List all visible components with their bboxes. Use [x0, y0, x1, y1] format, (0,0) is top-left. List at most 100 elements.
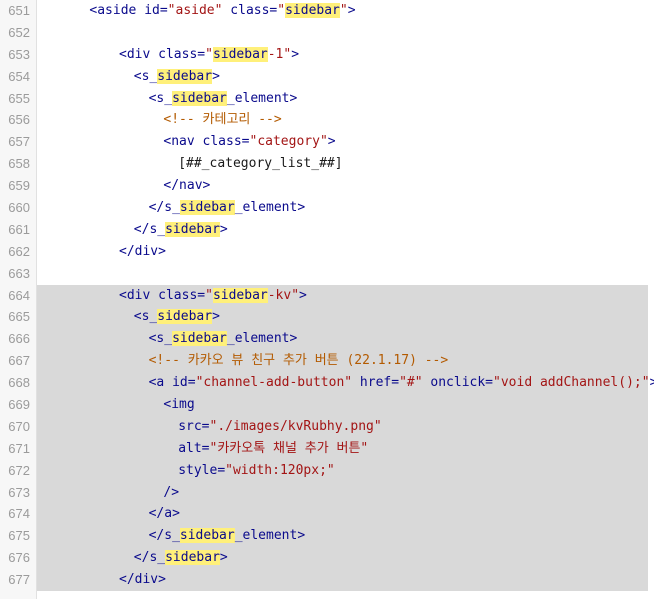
- code-token: </s_: [133, 221, 166, 237]
- line-number: 675: [8, 528, 30, 544]
- line-code: <s_sidebar_element>: [37, 88, 648, 110]
- line-code: [##_category_list_##]: [37, 153, 648, 175]
- line-number: 667: [8, 353, 30, 369]
- code-line[interactable]: 651 <aside id="aside" class="sidebar">: [0, 0, 654, 22]
- search-highlight: sidebar: [212, 46, 268, 62]
- line-number: 661: [8, 221, 30, 237]
- line-number: 668: [8, 375, 30, 391]
- code-token: class=: [158, 46, 206, 62]
- code-token: class=: [222, 3, 278, 18]
- code-token: >: [212, 309, 220, 325]
- line-code: <!-- 카테고리 -->: [37, 109, 648, 131]
- search-highlight: sidebar: [212, 287, 268, 303]
- code-line[interactable]: 652: [0, 22, 654, 44]
- code-line[interactable]: 655 <s_sidebar_element>: [0, 88, 654, 110]
- line-code: />: [37, 481, 648, 504]
- code-token: class=: [202, 134, 250, 150]
- code-string: ": [205, 287, 213, 303]
- code-token: _element>: [234, 200, 306, 216]
- search-highlight: sidebar: [165, 221, 220, 237]
- code-line[interactable]: 676 </s_sidebar>: [0, 547, 654, 570]
- code-token: </s_: [148, 528, 180, 544]
- code-line[interactable]: 665 <s_sidebar>: [0, 306, 654, 329]
- code-token: </a>: [148, 506, 180, 522]
- code-line[interactable]: 661 </s_sidebar>: [0, 219, 654, 241]
- code-token: src=: [178, 418, 210, 434]
- code-line[interactable]: 653 <div class="sidebar-1">: [0, 44, 654, 66]
- line-code: <div class="sidebar-1">: [37, 44, 648, 66]
- line-code: </s_sidebar_element>: [37, 197, 648, 219]
- code-string: ": [205, 46, 213, 62]
- code-token: _element>: [234, 528, 306, 544]
- line-number: 669: [8, 397, 30, 413]
- code-token: id=: [144, 3, 168, 18]
- code-line[interactable]: 677 </div>: [0, 569, 654, 592]
- line-number: 670: [8, 418, 30, 434]
- code-line[interactable]: 658 [##_category_list_##]: [0, 153, 654, 175]
- code-lines: 651 <aside id="aside" class="sidebar"> 652…: [0, 0, 654, 592]
- line-code: </div>: [37, 569, 648, 592]
- line-number: 654: [8, 68, 30, 84]
- line-code: src="./images/kvRubhy.png": [37, 415, 648, 438]
- search-highlight: sidebar: [157, 68, 213, 84]
- code-line[interactable]: 674 </a>: [0, 503, 654, 526]
- code-line[interactable]: 666 <s_sidebar_element>: [0, 328, 654, 351]
- code-line[interactable]: 672 style="width:120px;": [0, 459, 654, 482]
- line-number: 660: [8, 200, 30, 216]
- code-line[interactable]: 675 </s_sidebar_element>: [0, 525, 654, 548]
- code-line[interactable]: 656 <!-- 카테고리 -->: [0, 109, 654, 131]
- line-number: 665: [8, 309, 30, 325]
- line-code: </s_sidebar>: [37, 219, 648, 241]
- search-highlight: sidebar: [172, 90, 227, 106]
- code-token: _element>: [226, 331, 298, 347]
- code-token: >: [219, 550, 228, 566]
- code-line[interactable]: 654 <s_sidebar>: [0, 66, 654, 88]
- line-number: 658: [8, 156, 30, 172]
- code-line[interactable]: 657 <nav class="category">: [0, 131, 654, 153]
- code-token: >: [649, 375, 654, 391]
- line-number: 662: [8, 243, 30, 259]
- line-code: <img: [37, 394, 648, 416]
- search-highlight: sidebar: [172, 331, 227, 347]
- code-token: >: [347, 3, 356, 18]
- code-line[interactable]: 670 src="./images/kvRubhy.png": [0, 415, 654, 438]
- code-line[interactable]: 662 </div>: [0, 241, 654, 263]
- code-token: class=: [158, 287, 206, 303]
- code-line[interactable]: 659 </nav>: [0, 175, 654, 197]
- code-line[interactable]: 671 alt="카카오톡 채널 추가 버튼": [0, 437, 654, 460]
- code-token: <div: [119, 46, 159, 62]
- line-number: 653: [8, 46, 30, 62]
- line-number: 651: [8, 3, 30, 18]
- line-code: <s_sidebar>: [37, 66, 648, 88]
- code-token: <img: [163, 397, 195, 413]
- code-token: >: [291, 46, 300, 62]
- code-token: [##_category_list_##]: [178, 156, 343, 172]
- code-token: style=: [178, 462, 226, 478]
- code-token: <nav: [163, 134, 203, 150]
- code-token: />: [163, 484, 180, 500]
- code-token: </s_: [133, 550, 166, 566]
- code-editor[interactable]: 651 <aside id="aside" class="sidebar"> 652…: [0, 0, 654, 599]
- code-line[interactable]: 660 </s_sidebar_element>: [0, 197, 654, 219]
- code-line[interactable]: 668 <a id="channel-add-button" href="#" o…: [0, 372, 654, 395]
- code-line[interactable]: 673 />: [0, 481, 654, 504]
- code-comment: <!-- 카카오 뷰 친구 추가 버튼 (22.1.17) -->: [148, 353, 449, 369]
- line-number: 672: [8, 462, 30, 478]
- line-number: 677: [8, 572, 30, 588]
- code-token: <aside: [89, 3, 145, 18]
- code-line[interactable]: 669 <img: [0, 394, 654, 416]
- code-token: </s_: [148, 200, 180, 216]
- line-code: </a>: [37, 503, 648, 526]
- code-string: ": [277, 3, 286, 18]
- code-string: "카카오톡 채널 추가 버튼": [209, 440, 369, 456]
- code-line[interactable]: 664 <div class="sidebar-kv">: [0, 284, 654, 307]
- code-line[interactable]: 663: [0, 263, 654, 285]
- search-highlight: sidebar: [165, 550, 220, 566]
- line-code: style="width:120px;": [37, 459, 648, 482]
- line-number: 663: [8, 265, 30, 281]
- line-code: <div class="sidebar-kv">: [37, 284, 648, 307]
- line-number: 676: [8, 550, 30, 566]
- code-string: -kv": [267, 287, 300, 303]
- code-line[interactable]: 667 <!-- 카카오 뷰 친구 추가 버튼 (22.1.17) -->: [0, 350, 654, 373]
